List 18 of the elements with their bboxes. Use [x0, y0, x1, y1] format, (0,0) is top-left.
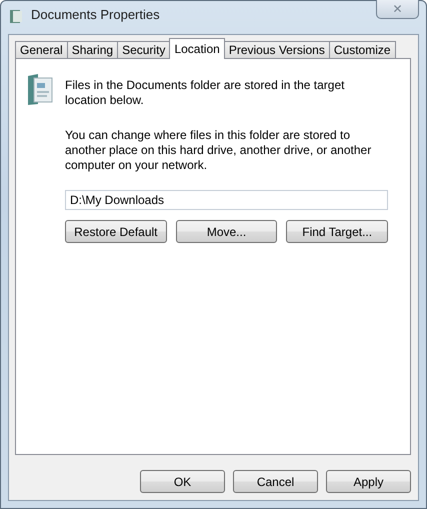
dialog-button[interactable]: OK — [140, 470, 225, 493]
description-text: You can change where files in this folder are stored to another place on this hard drive, another drive, or another computer on your network. — [65, 128, 372, 173]
dialog-button[interactable]: Cancel — [233, 470, 318, 493]
tab[interactable]: Location — [169, 38, 225, 59]
tab[interactable]: Security — [117, 41, 170, 59]
folder-icon — [8, 8, 24, 24]
location-button[interactable]: Move... — [176, 220, 278, 243]
tab[interactable]: Customize — [328, 41, 396, 59]
dialog-button[interactable]: Apply — [326, 470, 411, 493]
tab[interactable]: General — [15, 41, 68, 59]
tab[interactable]: Previous Versions — [224, 41, 330, 59]
location-button[interactable]: Find Target... — [286, 220, 388, 243]
intro-text: Files in the Documents folder are stored in the target location below. — [65, 78, 346, 108]
tab[interactable]: Sharing — [66, 41, 118, 59]
path-field[interactable]: D:\My Downloads — [65, 190, 388, 210]
location-button[interactable]: Restore Default — [65, 220, 167, 243]
folder-icon — [26, 73, 54, 106]
window-title: Documents Properties — [31, 7, 161, 22]
